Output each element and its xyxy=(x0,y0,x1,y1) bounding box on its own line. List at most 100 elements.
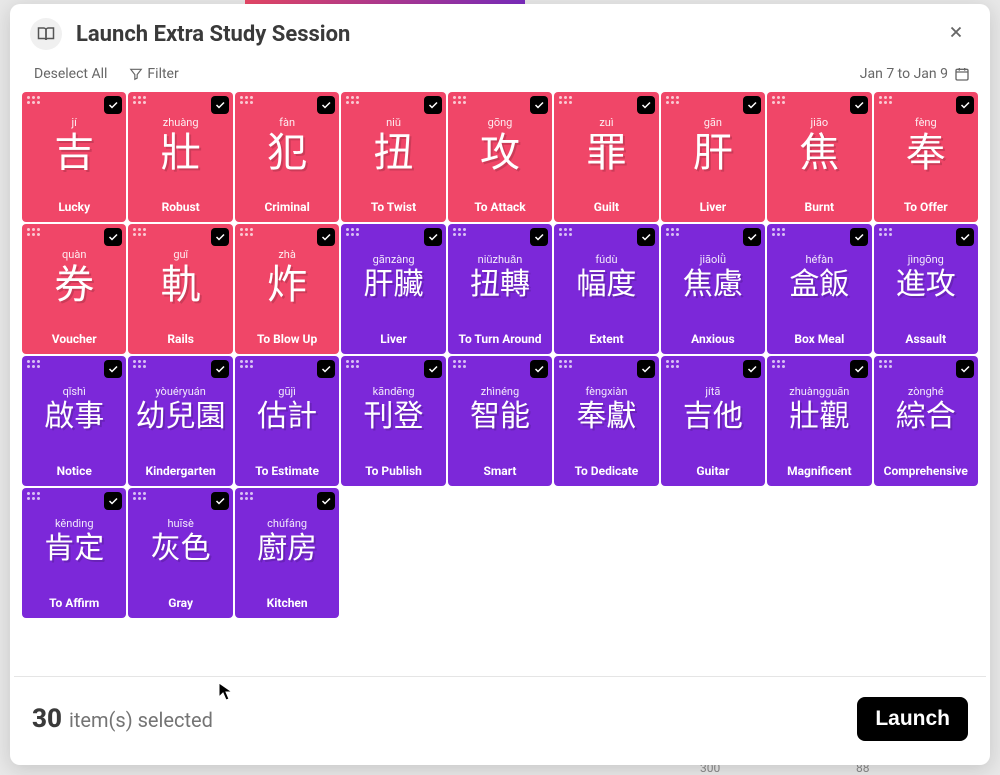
card-checkbox[interactable] xyxy=(104,228,122,246)
filter-label: Filter xyxy=(147,66,178,82)
launch-button[interactable]: Launch xyxy=(857,697,968,741)
card-checkbox[interactable] xyxy=(211,96,229,114)
card-hanzi: 肝 xyxy=(693,133,733,173)
study-card[interactable]: fàn犯Criminal xyxy=(235,92,339,222)
card-checkbox[interactable] xyxy=(743,96,761,114)
card-checkbox[interactable] xyxy=(317,360,335,378)
card-hanzi: 炸 xyxy=(267,265,307,305)
study-card[interactable]: jiāolǜ焦慮Anxious xyxy=(661,224,765,354)
drag-handle-icon xyxy=(240,96,253,104)
card-hanzi: 奉 xyxy=(906,133,946,173)
card-checkbox[interactable] xyxy=(743,360,761,378)
card-checkbox[interactable] xyxy=(104,96,122,114)
date-range-label: Jan 7 to Jan 9 xyxy=(860,66,948,82)
study-card[interactable]: jiāo焦Burnt xyxy=(767,92,871,222)
study-card[interactable]: zhà炸To Blow Up xyxy=(235,224,339,354)
card-checkbox[interactable] xyxy=(317,228,335,246)
study-card[interactable]: fèng奉To Offer xyxy=(874,92,978,222)
card-checkbox[interactable] xyxy=(956,360,974,378)
card-checkbox[interactable] xyxy=(424,360,442,378)
card-checkbox[interactable] xyxy=(850,96,868,114)
card-checkbox[interactable] xyxy=(530,228,548,246)
card-hanzi: 吉 xyxy=(54,133,94,173)
card-hanzi: 智能 xyxy=(470,402,530,432)
study-card[interactable]: gūjì估計To Estimate xyxy=(235,356,339,486)
drag-handle-icon xyxy=(27,228,40,236)
drag-handle-icon xyxy=(346,228,359,236)
study-card[interactable]: zhìnéng智能Smart xyxy=(448,356,552,486)
card-meaning: Lucky xyxy=(22,200,126,214)
card-meaning: Guitar xyxy=(661,464,765,478)
study-card[interactable]: fúdù幅度Extent xyxy=(554,224,658,354)
study-card[interactable]: chúfáng廚房Kitchen xyxy=(235,488,339,618)
study-card[interactable]: zhuàng壯Robust xyxy=(128,92,232,222)
card-hanzi: 奉獻 xyxy=(576,402,636,432)
card-pinyin: qǐshì xyxy=(63,385,86,398)
card-checkbox[interactable] xyxy=(104,360,122,378)
card-pinyin: fèngxiàn xyxy=(585,385,627,398)
study-card[interactable]: kāndēng刊登To Publish xyxy=(341,356,445,486)
card-meaning: To Estimate xyxy=(235,464,339,478)
filter-button[interactable]: Filter xyxy=(129,66,178,82)
study-card[interactable]: fèngxiàn奉獻To Dedicate xyxy=(554,356,658,486)
card-checkbox[interactable] xyxy=(956,96,974,114)
card-checkbox[interactable] xyxy=(211,360,229,378)
selected-count: 30 item(s) selected xyxy=(32,704,213,734)
study-card[interactable]: quàn券Voucher xyxy=(22,224,126,354)
card-checkbox[interactable] xyxy=(956,228,974,246)
card-checkbox[interactable] xyxy=(637,96,655,114)
study-card[interactable]: gōng攻To Attack xyxy=(448,92,552,222)
card-meaning: Kindergarten xyxy=(128,464,232,478)
study-card[interactable]: niǔ扭To Twist xyxy=(341,92,445,222)
card-pinyin: quàn xyxy=(62,248,86,261)
study-card[interactable]: guǐ軌Rails xyxy=(128,224,232,354)
card-checkbox[interactable] xyxy=(424,228,442,246)
study-card[interactable]: jí吉Lucky xyxy=(22,92,126,222)
card-checkbox[interactable] xyxy=(637,228,655,246)
card-meaning: To Blow Up xyxy=(235,332,339,346)
study-card[interactable]: gān 肝 Liver xyxy=(661,92,765,222)
card-pinyin: gān xyxy=(704,116,722,129)
study-card[interactable]: zònghé綜合Comprehensive xyxy=(874,356,978,486)
study-card[interactable]: zhuàngguān壯觀Magnificent xyxy=(767,356,871,486)
study-card[interactable]: jìngōng進攻Assault xyxy=(874,224,978,354)
study-card[interactable]: héfàn盒飯Box Meal xyxy=(767,224,871,354)
card-checkbox[interactable] xyxy=(317,492,335,510)
card-checkbox[interactable] xyxy=(743,228,761,246)
card-checkbox[interactable] xyxy=(850,360,868,378)
card-checkbox[interactable] xyxy=(850,228,868,246)
study-card[interactable]: zuì罪Guilt xyxy=(554,92,658,222)
study-card[interactable]: huīsè灰色Gray xyxy=(128,488,232,618)
deselect-all-button[interactable]: Deselect All xyxy=(34,66,107,82)
card-checkbox[interactable] xyxy=(424,96,442,114)
study-card[interactable]: gānzàng肝臟Liver xyxy=(341,224,445,354)
study-card[interactable]: niǔzhuǎn扭轉To Turn Around xyxy=(448,224,552,354)
card-checkbox[interactable] xyxy=(530,96,548,114)
card-meaning: Liver xyxy=(661,200,765,214)
card-pinyin: yòuéryuán xyxy=(155,385,205,398)
card-checkbox[interactable] xyxy=(317,96,335,114)
card-checkbox[interactable] xyxy=(530,360,548,378)
selected-count-number: 30 xyxy=(32,704,62,734)
card-checkbox[interactable] xyxy=(211,492,229,510)
study-card[interactable]: yòuéryuán幼兒園Kindergarten xyxy=(128,356,232,486)
card-checkbox[interactable] xyxy=(637,360,655,378)
card-pinyin: chúfáng xyxy=(267,517,307,530)
card-hanzi: 焦慮 xyxy=(683,270,743,300)
drag-handle-icon xyxy=(133,360,146,368)
study-session-dialog: Launch Extra Study Session Deselect All … xyxy=(10,4,990,765)
card-checkbox[interactable] xyxy=(104,492,122,510)
study-card[interactable]: kěndìng肯定To Affirm xyxy=(22,488,126,618)
card-meaning: Voucher xyxy=(22,332,126,346)
study-card[interactable]: qǐshì啟事Notice xyxy=(22,356,126,486)
drag-handle-icon xyxy=(240,360,253,368)
card-meaning: Liver xyxy=(341,332,445,346)
card-hanzi: 灰色 xyxy=(151,534,211,564)
card-checkbox[interactable] xyxy=(211,228,229,246)
card-meaning: Assault xyxy=(874,332,978,346)
study-card[interactable]: jítā吉他Guitar xyxy=(661,356,765,486)
drag-handle-icon xyxy=(559,96,572,104)
close-button[interactable] xyxy=(942,20,970,48)
drag-handle-icon xyxy=(133,492,146,500)
date-range-picker[interactable]: Jan 7 to Jan 9 xyxy=(860,66,970,82)
